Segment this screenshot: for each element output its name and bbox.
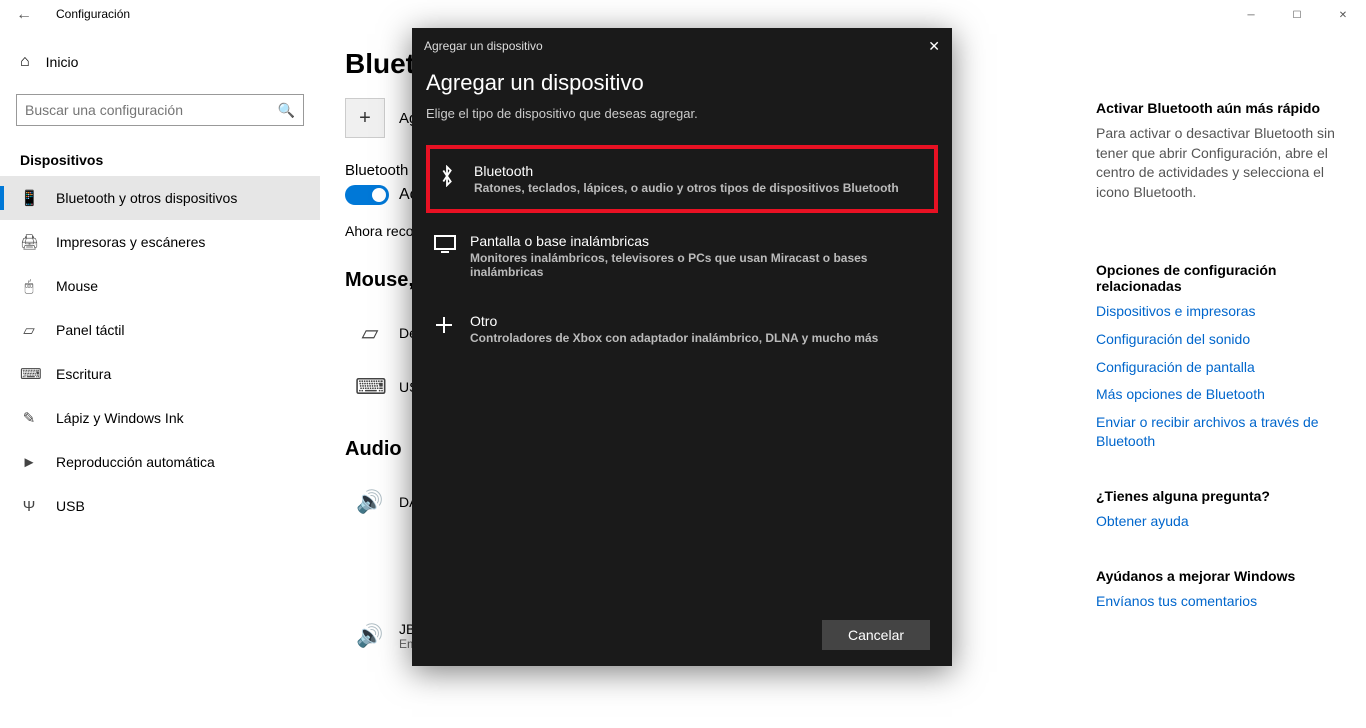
sidebar-item-label: Reproducción automática — [56, 454, 215, 470]
window-title: Configuración — [56, 7, 130, 21]
sidebar-item-touchpad[interactable]: ▱ Panel táctil — [0, 308, 320, 352]
sidebar-item-typing[interactable]: ⌨ Escritura — [0, 352, 320, 396]
speaker-icon: 🔊 — [355, 489, 385, 515]
sidebar-item-label: Mouse — [56, 278, 98, 294]
sidebar-item-printers[interactable]: 🖨 Impresoras y escáneres — [0, 220, 320, 264]
dialog-titlebar: Agregar un dispositivo ✕ — [412, 28, 952, 64]
minimize-icon[interactable]: ─ — [1228, 0, 1274, 32]
home-icon: ⌂ — [20, 53, 30, 71]
sidebar-section-header: Dispositivos — [0, 126, 320, 176]
plus-icon: + — [345, 98, 385, 138]
related-link[interactable]: Configuración de pantalla — [1096, 358, 1346, 378]
pen-icon: ✎ — [20, 409, 38, 427]
related-link[interactable]: Enviar o recibir archivos a través de Bl… — [1096, 413, 1346, 452]
autoplay-icon: ► — [20, 454, 38, 471]
help-link[interactable]: Obtener ayuda — [1096, 512, 1346, 532]
back-icon[interactable]: ← — [16, 6, 32, 24]
device-type-bluetooth[interactable]: Bluetooth Ratones, teclados, lápices, o … — [426, 145, 938, 213]
search-input-wrapper[interactable]: 🔍 — [16, 94, 304, 126]
search-icon: 🔍 — [278, 102, 295, 119]
device-type-other[interactable]: Otro Controladores de Xbox con adaptador… — [426, 299, 938, 359]
dialog-window-title: Agregar un dispositivo — [424, 39, 543, 53]
close-icon[interactable]: ✕ — [1320, 0, 1366, 32]
device-type-desc: Ratones, teclados, lápices, o audio y ot… — [474, 181, 899, 195]
sidebar-item-label: USB — [56, 498, 85, 514]
sidebar: ⌂ Inicio 🔍 Dispositivos 📱 Bluetooth y ot… — [0, 40, 320, 528]
improve-title: Ayúdanos a mejorar Windows — [1096, 568, 1346, 584]
keyboard-device-icon: ⌨ — [355, 374, 385, 400]
sidebar-item-mouse[interactable]: 🖱 Mouse — [0, 264, 320, 308]
related-link[interactable]: Configuración del sonido — [1096, 330, 1346, 350]
sidebar-item-label: Impresoras y escáneres — [56, 234, 205, 250]
search-input[interactable] — [25, 102, 278, 118]
related-link[interactable]: Más opciones de Bluetooth — [1096, 385, 1346, 405]
mouse-icon: 🖱 — [20, 278, 38, 295]
tip-title: Activar Bluetooth aún más rápido — [1096, 100, 1346, 116]
sidebar-home[interactable]: ⌂ Inicio — [0, 40, 320, 84]
bluetooth-toggle[interactable] — [345, 185, 389, 205]
sidebar-item-label: Lápiz y Windows Ink — [56, 410, 184, 426]
usb-icon: Ψ — [20, 498, 38, 515]
device-type-wireless-display[interactable]: Pantalla o base inalámbricas Monitores i… — [426, 219, 938, 293]
speaker-icon: 🔊 — [355, 623, 385, 649]
sidebar-home-label: Inicio — [46, 54, 79, 70]
plus-icon — [434, 315, 456, 335]
device-type-desc: Monitores inalámbricos, televisores o PC… — [470, 251, 930, 279]
sidebar-item-label: Bluetooth y otros dispositivos — [56, 190, 237, 206]
dialog-close-icon[interactable]: ✕ — [928, 38, 940, 55]
maximize-icon[interactable]: ☐ — [1274, 0, 1320, 32]
touchpad-icon: ▱ — [20, 321, 38, 339]
device-type-title: Bluetooth — [474, 163, 899, 179]
related-title: Opciones de configuración relacionadas — [1096, 262, 1346, 294]
printer-icon: 🖨 — [20, 233, 38, 251]
sidebar-item-autoplay[interactable]: ► Reproducción automática — [0, 440, 320, 484]
display-icon — [434, 235, 456, 253]
device-type-title: Pantalla o base inalámbricas — [470, 233, 930, 249]
touchpad-device-icon: ▱ — [355, 320, 385, 346]
bluetooth-icon: 📱 — [20, 189, 38, 207]
device-type-desc: Controladores de Xbox con adaptador inal… — [470, 331, 878, 345]
cancel-button[interactable]: Cancelar — [822, 620, 930, 650]
sidebar-item-pen[interactable]: ✎ Lápiz y Windows Ink — [0, 396, 320, 440]
keyboard-icon: ⌨ — [20, 365, 38, 383]
add-device-dialog: Agregar un dispositivo ✕ Agregar un disp… — [412, 28, 952, 666]
tip-body: Para activar o desactivar Bluetooth sin … — [1096, 124, 1346, 202]
device-type-title: Otro — [470, 313, 878, 329]
sidebar-item-bluetooth[interactable]: 📱 Bluetooth y otros dispositivos — [0, 176, 320, 220]
sidebar-item-label: Panel táctil — [56, 322, 124, 338]
bluetooth-icon — [438, 165, 460, 187]
feedback-link[interactable]: Envíanos tus comentarios — [1096, 592, 1346, 612]
dialog-heading: Agregar un dispositivo — [426, 70, 938, 96]
question-title: ¿Tienes alguna pregunta? — [1096, 488, 1346, 504]
sidebar-item-label: Escritura — [56, 366, 111, 382]
sidebar-item-usb[interactable]: Ψ USB — [0, 484, 320, 528]
related-link[interactable]: Dispositivos e impresoras — [1096, 302, 1346, 322]
aside-panel: Activar Bluetooth aún más rápido Para ac… — [1096, 100, 1346, 619]
dialog-subtitle: Elige el tipo de dispositivo que deseas … — [426, 106, 938, 121]
